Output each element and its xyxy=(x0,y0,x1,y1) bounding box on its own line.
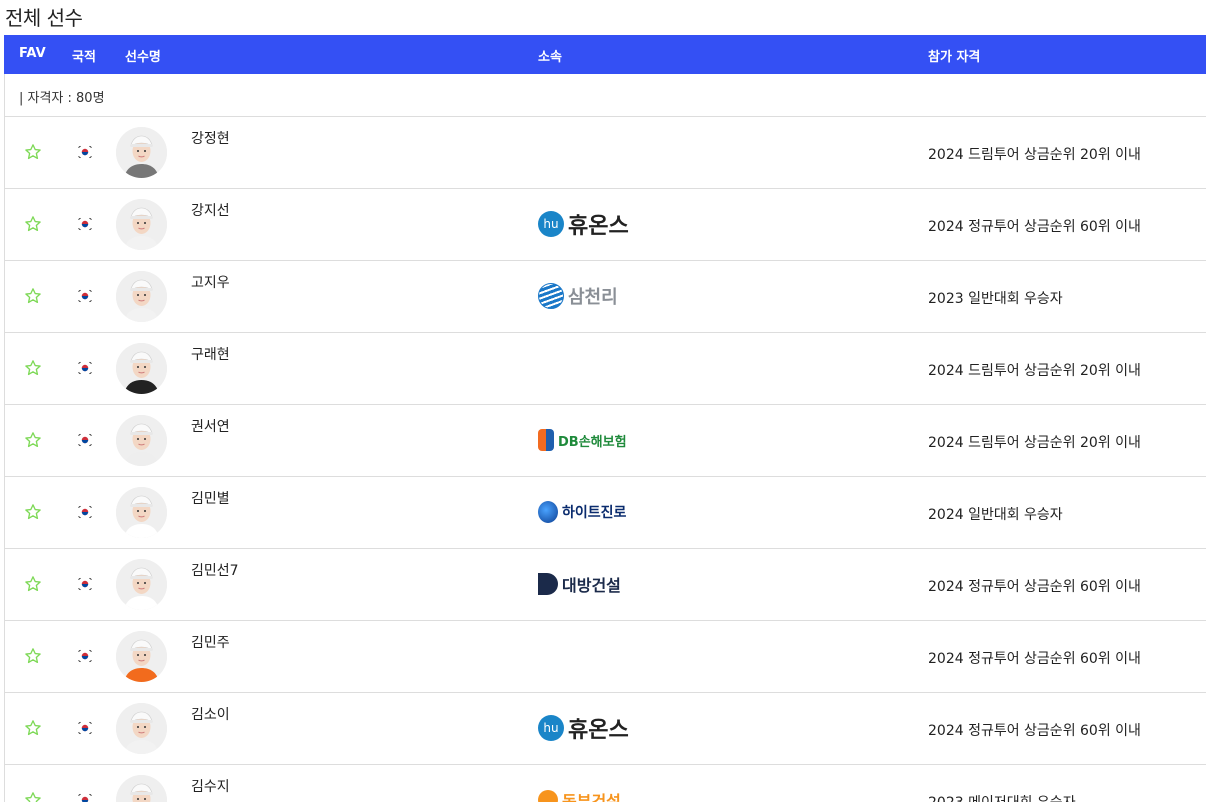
korea-flag-icon xyxy=(77,144,93,159)
favorite-star-icon[interactable] xyxy=(24,431,42,449)
favorite-star-icon[interactable] xyxy=(24,575,42,593)
affiliation-name: 휴온스 xyxy=(568,718,629,743)
player-name[interactable]: 강지선 xyxy=(191,200,230,220)
affiliation-logo: DB손해보험 xyxy=(538,425,658,455)
korea-flag-icon xyxy=(77,288,93,303)
page-title: 전체 선수 xyxy=(5,6,83,30)
favorite-star-icon[interactable] xyxy=(24,647,42,665)
player-photo[interactable] xyxy=(116,343,167,394)
affiliation-name: 대방건설 xyxy=(562,576,621,595)
player-name[interactable]: 김민별 xyxy=(191,488,230,508)
favorite-star-icon[interactable] xyxy=(24,215,42,233)
table-row[interactable]: 김소이 hu 휴온스 2024 정규투어 상금순위 60위 이내 xyxy=(4,693,1206,765)
player-name[interactable]: 권서연 xyxy=(191,416,230,436)
player-name[interactable]: 김수지 xyxy=(191,776,230,796)
player-photo[interactable] xyxy=(116,487,167,538)
qualifier-count-row: | 자격자 : 80명 xyxy=(4,74,1206,117)
affiliation-name: 하이트진로 xyxy=(562,505,627,521)
affiliation-name: 동부건설 xyxy=(562,792,621,802)
table-row[interactable]: 김수지동부건설 2023 메이저대회 우승자 xyxy=(4,765,1206,802)
player-photo[interactable] xyxy=(116,199,167,250)
player-qualification: 2024 드림투어 상금순위 20위 이내 xyxy=(928,363,1141,379)
table-row[interactable]: 고지우삼천리 2023 일반대회 우승자 xyxy=(4,261,1206,333)
affiliation-logo: hu 휴온스 xyxy=(538,209,658,239)
qualifier-count: | 자격자 : 80명 xyxy=(19,91,105,106)
affiliation-name: DB손해보험 xyxy=(558,434,627,450)
korea-flag-icon xyxy=(77,648,93,663)
korea-flag-icon xyxy=(77,432,93,447)
player-qualification: 2024 정규투어 상금순위 60위 이내 xyxy=(928,579,1141,595)
player-name[interactable]: 구래현 xyxy=(191,344,230,364)
player-photo[interactable] xyxy=(116,703,167,754)
table-row[interactable]: 강정현 2024 드림투어 상금순위 20위 이내 xyxy=(4,117,1206,189)
player-name[interactable]: 강정현 xyxy=(191,128,230,148)
table-row[interactable]: 김민선7 대방건설 2024 정규투어 상금순위 60위 이내 xyxy=(4,549,1206,621)
favorite-star-icon[interactable] xyxy=(24,143,42,161)
player-photo[interactable] xyxy=(116,631,167,682)
affiliation-name: 삼천리 xyxy=(568,287,618,308)
korea-flag-icon xyxy=(77,360,93,375)
table-header: FAV 국적 선수명 소속 참가 자격 xyxy=(4,35,1206,74)
player-qualification: 2024 드림투어 상금순위 20위 이내 xyxy=(928,147,1141,163)
favorite-star-icon[interactable] xyxy=(24,359,42,377)
affiliation-logo: 삼천리 xyxy=(538,281,658,311)
players-table: FAV 국적 선수명 소속 참가 자격 | 자격자 : 80명 강정현 2024 … xyxy=(4,35,1206,802)
player-photo[interactable] xyxy=(116,271,167,322)
affiliation-logo: hu 휴온스 xyxy=(538,713,658,743)
player-qualification: 2023 메이저대회 우승자 xyxy=(928,792,1076,802)
player-photo[interactable] xyxy=(116,415,167,466)
player-qualification: 2024 드림투어 상금순위 20위 이내 xyxy=(928,435,1141,451)
header-nationality: 국적 xyxy=(72,50,96,65)
player-photo[interactable] xyxy=(116,559,167,610)
header-qualification: 참가 자격 xyxy=(928,50,981,65)
affiliation-logo: 하이트진로 xyxy=(538,497,658,527)
table-row[interactable]: 구래현 2024 드림투어 상금순위 20위 이내 xyxy=(4,333,1206,405)
affiliation-logo: 동부건설 xyxy=(538,785,658,802)
favorite-star-icon[interactable] xyxy=(24,719,42,737)
favorite-star-icon[interactable] xyxy=(24,287,42,305)
table-row[interactable]: 강지선 hu 휴온스 2024 정규투어 상금순위 60위 이내 xyxy=(4,189,1206,261)
header-fav: FAV xyxy=(19,46,46,61)
player-qualification: 2024 정규투어 상금순위 60위 이내 xyxy=(928,651,1141,667)
table-row[interactable]: 김민주 2024 정규투어 상금순위 60위 이내 xyxy=(4,621,1206,693)
affiliation-name: 휴온스 xyxy=(568,214,629,239)
player-qualification: 2024 정규투어 상금순위 60위 이내 xyxy=(928,723,1141,739)
korea-flag-icon xyxy=(77,792,93,802)
korea-flag-icon xyxy=(77,576,93,591)
korea-flag-icon xyxy=(77,216,93,231)
favorite-star-icon[interactable] xyxy=(24,503,42,521)
player-photo[interactable] xyxy=(116,775,167,802)
korea-flag-icon xyxy=(77,504,93,519)
table-body: 강정현 2024 드림투어 상금순위 20위 이내 강지선 hu 휴온스 2024 정규투… xyxy=(4,117,1206,802)
player-qualification: 2023 일반대회 우승자 xyxy=(928,291,1063,307)
player-qualification: 2024 정규투어 상금순위 60위 이내 xyxy=(928,219,1141,235)
header-affiliation: 소속 xyxy=(538,50,562,65)
favorite-star-icon[interactable] xyxy=(24,791,42,802)
table-row[interactable]: 김민별하이트진로 2024 일반대회 우승자 xyxy=(4,477,1206,549)
affiliation-logo: 대방건설 xyxy=(538,569,658,599)
player-name[interactable]: 고지우 xyxy=(191,272,230,292)
player-name[interactable]: 김소이 xyxy=(191,704,230,724)
table-row[interactable]: 권서연 DB손해보험 2024 드림투어 상금순위 20위 이내 xyxy=(4,405,1206,477)
player-name[interactable]: 김민선7 xyxy=(191,560,239,580)
player-photo[interactable] xyxy=(116,127,167,178)
korea-flag-icon xyxy=(77,720,93,735)
player-name[interactable]: 김민주 xyxy=(191,632,230,652)
player-qualification: 2024 일반대회 우승자 xyxy=(928,507,1063,523)
header-name: 선수명 xyxy=(125,50,161,65)
